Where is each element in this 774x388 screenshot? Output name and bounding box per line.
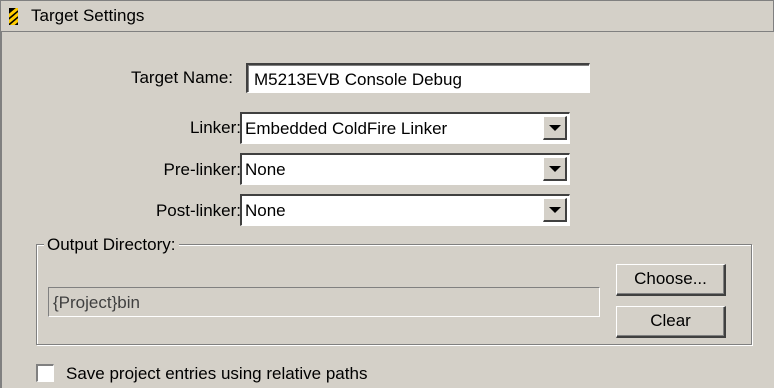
- clear-button[interactable]: Clear: [616, 306, 726, 338]
- relative-paths-label[interactable]: Save project entries using relative path…: [66, 364, 367, 384]
- target-name-input[interactable]: M5213EVB Console Debug: [246, 63, 590, 93]
- chevron-down-icon[interactable]: [543, 116, 567, 140]
- linker-select[interactable]: Embedded ColdFire Linker: [240, 112, 570, 144]
- pre-linker-label: Pre-linker:: [163, 160, 241, 179]
- linker-label: Linker:: [189, 118, 241, 137]
- post-linker-value: None: [245, 201, 286, 220]
- post-linker-select[interactable]: None: [240, 194, 570, 226]
- target-name-label: Target Name:: [130, 68, 233, 87]
- pre-linker-value: None: [245, 160, 286, 179]
- panel-title-bar: Target Settings: [0, 0, 774, 32]
- chevron-down-icon[interactable]: [543, 198, 567, 222]
- target-settings-icon: [9, 8, 18, 25]
- pre-linker-select[interactable]: None: [240, 153, 570, 185]
- chevron-down-icon[interactable]: [543, 157, 567, 181]
- relative-paths-checkbox[interactable]: [36, 364, 54, 382]
- output-directory-field: {Project}bin: [48, 287, 600, 317]
- output-directory-label: Output Directory:: [44, 235, 179, 255]
- panel-title: Target Settings: [31, 6, 145, 25]
- choose-button[interactable]: Choose...: [616, 264, 726, 296]
- linker-value: Embedded ColdFire Linker: [245, 119, 448, 138]
- post-linker-label: Post-linker:: [155, 201, 241, 220]
